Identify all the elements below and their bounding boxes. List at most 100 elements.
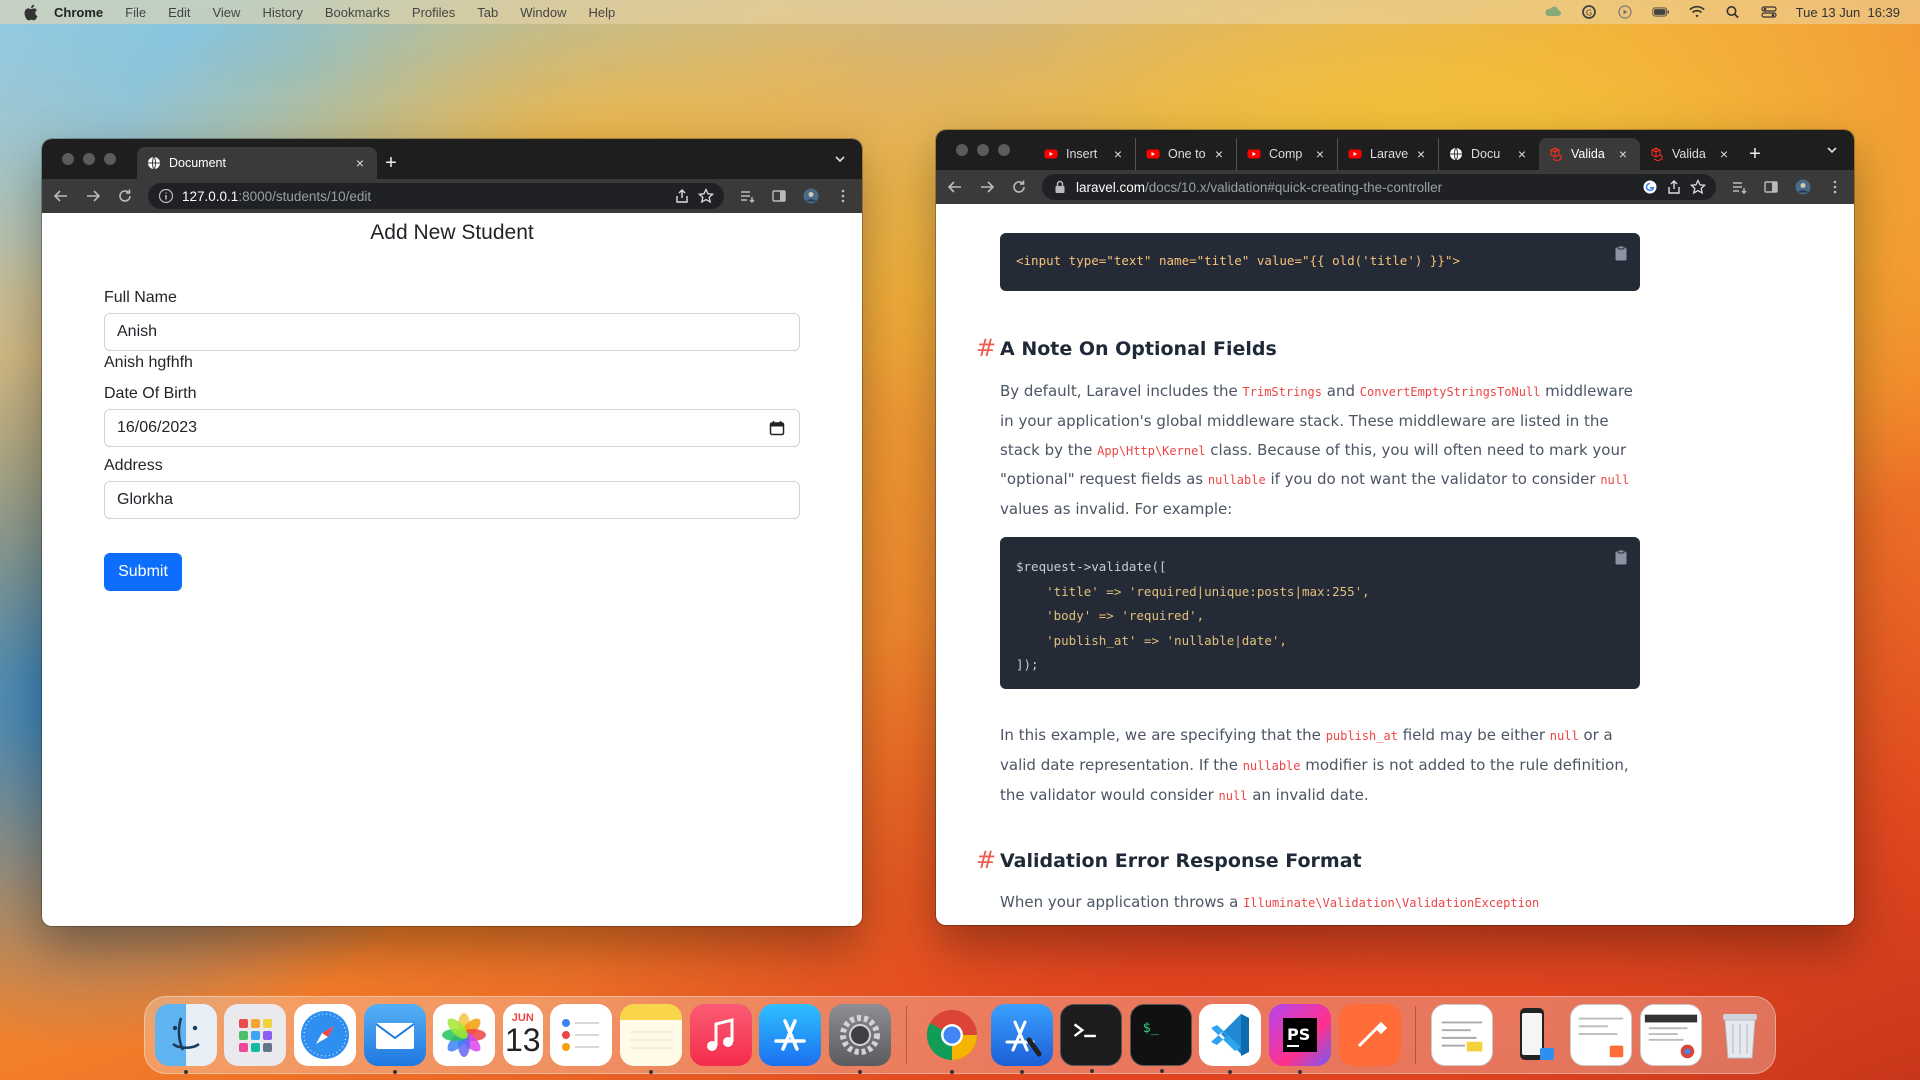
chevron-down-icon[interactable] [832,151,848,167]
tab-3[interactable]: Larave × [1337,138,1438,170]
minimize-window-button[interactable] [977,144,989,156]
close-tab-icon[interactable]: × [1515,147,1529,161]
dock-browser-preview-icon[interactable] [1639,1004,1702,1066]
dock-window-preview-icon[interactable] [1570,1004,1632,1066]
menu-window[interactable]: Window [520,5,566,20]
grammarly-icon[interactable]: G [1580,5,1598,19]
reading-list-icon[interactable] [1730,178,1748,196]
play-circle-icon[interactable] [1616,5,1634,19]
heading-anchor-icon[interactable]: # [976,846,996,874]
apple-menu-icon[interactable] [20,2,40,22]
profile-avatar[interactable] [802,187,820,205]
chevron-down-icon[interactable] [1824,142,1840,158]
menu-tab[interactable]: Tab [477,5,498,20]
dock-system-settings-icon[interactable] [828,1004,891,1074]
battery-icon[interactable] [1652,5,1670,19]
dock-notes-icon[interactable] [620,1004,682,1074]
close-tab-icon[interactable]: × [1616,147,1630,161]
dock-chrome-icon[interactable] [921,1004,983,1074]
zoom-window-button[interactable] [104,153,116,165]
star-icon[interactable] [1690,179,1706,195]
dock-iterm-icon[interactable]: $_ [1129,1004,1192,1073]
lock-icon[interactable] [1052,179,1068,195]
back-button[interactable] [52,187,70,205]
side-panel-icon[interactable] [1762,178,1780,196]
menu-file[interactable]: File [125,5,146,20]
tab-4[interactable]: Docu × [1438,138,1539,170]
menu-profiles[interactable]: Profiles [412,5,455,20]
dock-document-preview-icon[interactable] [1430,1004,1493,1066]
reload-button[interactable] [1010,178,1028,196]
dock-phpstorm-icon[interactable]: PS [1268,1004,1331,1074]
dock-trash-icon[interactable] [1709,1004,1771,1066]
address-input[interactable]: Glorkha [104,481,800,519]
dock-mail-icon[interactable] [363,1004,426,1074]
side-panel-icon[interactable] [770,187,788,205]
reload-button[interactable] [116,187,134,205]
menu-view[interactable]: View [212,5,240,20]
share-icon[interactable] [674,188,690,204]
close-window-button[interactable] [956,144,968,156]
clipboard-icon[interactable] [1614,245,1628,261]
dock-app-store-icon[interactable] [759,1004,822,1066]
dock-finder-icon[interactable] [154,1004,217,1074]
heading-anchor-icon[interactable]: # [976,334,996,362]
menu-edit[interactable]: Edit [168,5,190,20]
menubar-clock[interactable]: Tue 13 Jun 16:39 [1796,5,1900,20]
dock-terminal-icon[interactable] [1060,1004,1123,1073]
dock-reminders-icon[interactable] [550,1004,613,1066]
reading-list-icon[interactable] [738,187,756,205]
more-menu-icon[interactable] [834,187,852,205]
address-bar[interactable]: laravel.com/docs/10.x/validation#quick-c… [1042,174,1716,200]
tab-1[interactable]: One to × [1135,138,1236,170]
menu-bookmarks[interactable]: Bookmarks [325,5,390,20]
forward-button[interactable] [84,187,102,205]
new-tab-button[interactable]: + [1741,138,1769,170]
info-icon[interactable] [158,188,174,204]
close-tab-icon[interactable]: × [353,156,367,170]
full-name-input[interactable]: Anish [104,313,800,351]
close-tab-icon[interactable]: × [1111,147,1125,161]
menu-app-chrome[interactable]: Chrome [54,5,103,20]
more-menu-icon[interactable] [1826,178,1844,196]
spotlight-search-icon[interactable] [1724,5,1742,19]
address-bar[interactable]: 127.0.0.1:8000/students/10/edit [148,183,724,209]
cloud-status-icon[interactable] [1544,5,1562,19]
dock-photos-icon[interactable] [433,1004,496,1066]
dock-calendar-icon[interactable]: JUN 13 [502,1004,543,1066]
close-window-button[interactable] [62,153,74,165]
submit-button[interactable]: Submit [104,553,182,591]
tab-0[interactable]: Insert × [1034,138,1135,170]
profile-avatar[interactable] [1794,178,1812,196]
back-button[interactable] [946,178,964,196]
dock-postman-icon[interactable] [1338,1004,1401,1066]
dock-safari-icon[interactable] [293,1004,356,1066]
zoom-window-button[interactable] [998,144,1010,156]
dock-vscode-icon[interactable] [1199,1004,1262,1074]
calendar-icon[interactable] [769,420,785,436]
tab-5[interactable]: Valida × [1539,138,1640,170]
minimize-window-button[interactable] [83,153,95,165]
menu-history[interactable]: History [262,5,302,20]
clipboard-icon[interactable] [1614,549,1628,565]
tab-6[interactable]: Valida × [1640,138,1741,170]
wifi-icon[interactable] [1688,5,1706,19]
close-tab-icon[interactable]: × [1717,147,1731,161]
menu-help[interactable]: Help [589,5,616,20]
close-tab-icon[interactable]: × [1414,147,1428,161]
dock-simulator-icon[interactable] [1500,1004,1562,1066]
dock-music-icon[interactable] [689,1004,752,1066]
close-tab-icon[interactable]: × [1212,147,1226,161]
dock-launchpad-icon[interactable] [224,1004,287,1066]
google-lens-icon[interactable] [1642,179,1658,195]
dob-input[interactable]: 16/06/2023 [104,409,800,447]
forward-button[interactable] [978,178,996,196]
new-tab-button[interactable]: + [377,147,405,179]
control-center-icon[interactable] [1760,5,1778,19]
share-icon[interactable] [1666,179,1682,195]
dock-xcode-icon[interactable] [990,1004,1053,1074]
tab-document[interactable]: Document × [137,147,377,179]
star-icon[interactable] [698,188,714,204]
close-tab-icon[interactable]: × [1313,147,1327,161]
tab-2[interactable]: Comp × [1236,138,1337,170]
